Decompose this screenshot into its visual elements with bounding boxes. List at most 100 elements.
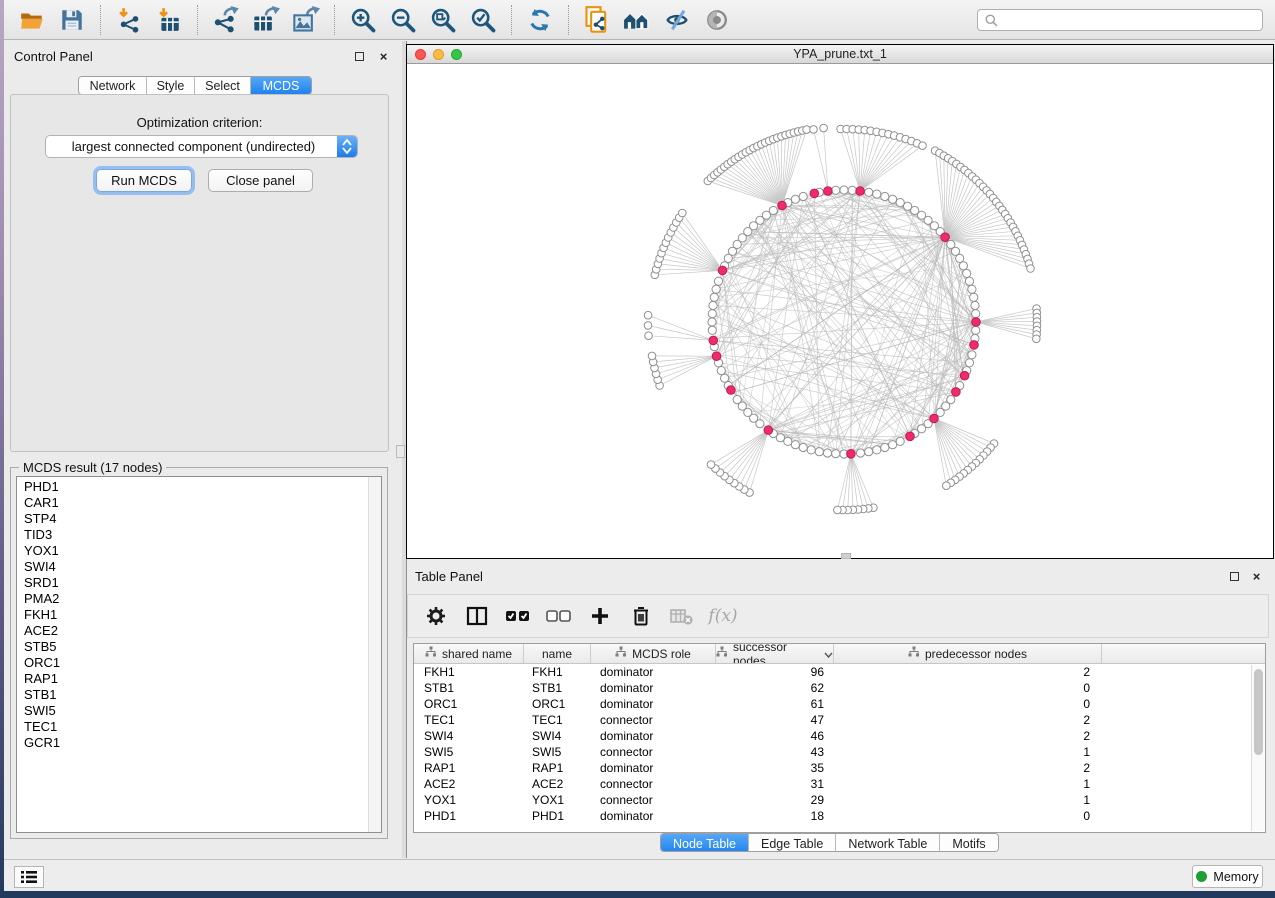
search-box[interactable] (977, 9, 1263, 31)
show-graphics-details-icon[interactable] (703, 6, 731, 34)
import-table-icon[interactable] (155, 6, 183, 34)
table-cell[interactable]: 18 (716, 808, 834, 824)
table-cell[interactable]: 2 (834, 712, 1102, 728)
new-network-from-selection-icon[interactable] (583, 6, 611, 34)
show-column-icon[interactable] (464, 603, 490, 629)
table-cell[interactable]: 2 (834, 664, 1102, 680)
table-cell[interactable]: dominator (591, 680, 716, 696)
tab-node-table[interactable]: Node Table (661, 834, 749, 852)
table-cell[interactable]: SWI4 (524, 728, 591, 744)
column-header-predecessor-nodes[interactable]: predecessor nodes (834, 644, 1102, 663)
table-cell[interactable]: 35 (716, 760, 834, 776)
close-panel-button[interactable]: Close panel (208, 169, 313, 192)
table-cell[interactable]: 1 (834, 792, 1102, 808)
mcds-list-scrollbar[interactable] (368, 477, 381, 832)
delete-column-icon[interactable] (628, 603, 654, 629)
column-header-MCDS-role[interactable]: MCDS role (591, 644, 716, 663)
table-cell[interactable]: 1 (834, 744, 1102, 760)
table-cell[interactable]: connector (591, 776, 716, 792)
table-cell[interactable]: TEC1 (414, 712, 524, 728)
select-all-columns-icon[interactable] (505, 603, 531, 629)
table-row[interactable]: ACE2ACE2connector311 (414, 776, 1265, 792)
table-cell[interactable]: PHD1 (414, 808, 524, 824)
task-history-icon[interactable] (14, 866, 44, 888)
import-network-icon[interactable] (115, 6, 143, 34)
column-header-shared-name[interactable]: shared name (414, 644, 524, 663)
tab-edge-table[interactable]: Edge Table (749, 834, 836, 852)
table-cell[interactable]: 46 (716, 728, 834, 744)
table-cell[interactable]: FKH1 (524, 664, 591, 680)
tab-network[interactable]: Network (79, 77, 147, 94)
table-cell[interactable]: RAP1 (524, 760, 591, 776)
table-cell[interactable]: FKH1 (414, 664, 524, 680)
mcds-result-item[interactable]: PMA2 (17, 591, 368, 607)
hide-graphics-details-icon[interactable] (663, 6, 691, 34)
table-cell[interactable]: ORC1 (524, 696, 591, 712)
table-cell[interactable]: dominator (591, 664, 716, 680)
table-cell[interactable]: STB1 (414, 680, 524, 696)
column-header-successor-nodes[interactable]: successor nodes (716, 644, 834, 663)
float-panel-icon[interactable] (353, 50, 366, 63)
table-cell[interactable]: 62 (716, 680, 834, 696)
zoom-selected-icon[interactable] (469, 6, 497, 34)
mcds-result-list[interactable]: PHD1CAR1STP4TID3YOX1SWI4SRD1PMA2FKH1ACE2… (16, 476, 382, 833)
network-window-titlebar[interactable]: YPA_prune.txt_1 (407, 45, 1273, 64)
mcds-result-item[interactable]: SRD1 (17, 575, 368, 591)
table-cell[interactable]: SWI5 (524, 744, 591, 760)
table-row[interactable]: PHD1PHD1dominator180 (414, 808, 1265, 824)
mcds-result-item[interactable]: YOX1 (17, 543, 368, 559)
mcds-result-item[interactable]: CAR1 (17, 495, 368, 511)
table-cell[interactable]: YOX1 (524, 792, 591, 808)
table-scrollbar[interactable] (1251, 665, 1265, 831)
table-cell[interactable]: 29 (716, 792, 834, 808)
horizontal-splitter-grip[interactable] (841, 553, 851, 559)
table-cell[interactable]: 0 (834, 696, 1102, 712)
table-settings-gear-icon[interactable] (423, 603, 449, 629)
export-image-icon[interactable] (292, 6, 320, 34)
deselect-all-columns-icon[interactable] (546, 603, 572, 629)
table-cell[interactable]: connector (591, 712, 716, 728)
tab-style[interactable]: Style (147, 77, 195, 94)
table-cell[interactable]: 2 (834, 728, 1102, 744)
table-cell[interactable]: 0 (834, 808, 1102, 824)
table-row[interactable]: STB1STB1dominator620 (414, 680, 1265, 696)
column-header-name[interactable]: name (524, 644, 591, 663)
zoom-fit-icon[interactable] (429, 6, 457, 34)
table-cell[interactable]: RAP1 (414, 760, 524, 776)
tab-mcds[interactable]: MCDS (251, 77, 311, 94)
table-scrollbar-thumb[interactable] (1254, 669, 1263, 755)
table-cell[interactable]: TEC1 (524, 712, 591, 728)
mcds-result-item[interactable]: SWI4 (17, 559, 368, 575)
mcds-result-item[interactable]: ACE2 (17, 623, 368, 639)
table-cell[interactable]: ORC1 (414, 696, 524, 712)
table-cell[interactable]: 47 (716, 712, 834, 728)
search-input[interactable] (999, 13, 1262, 27)
table-cell[interactable]: 31 (716, 776, 834, 792)
table-row[interactable]: ORC1ORC1dominator610 (414, 696, 1265, 712)
table-row[interactable]: RAP1RAP1dominator352 (414, 760, 1265, 776)
table-cell[interactable]: ACE2 (524, 776, 591, 792)
table-cell[interactable]: YOX1 (414, 792, 524, 808)
export-table-icon[interactable] (252, 6, 280, 34)
mcds-result-item[interactable]: STP4 (17, 511, 368, 527)
table-cell[interactable]: ACE2 (414, 776, 524, 792)
criterion-dropdown[interactable]: largest connected component (undirected) (45, 135, 358, 158)
table-cell[interactable]: STB1 (524, 680, 591, 696)
table-cell[interactable]: 0 (834, 680, 1102, 696)
table-cell[interactable]: 2 (834, 760, 1102, 776)
table-row[interactable]: FKH1FKH1dominator962 (414, 664, 1265, 680)
table-cell[interactable]: 61 (716, 696, 834, 712)
mcds-result-item[interactable]: STB1 (17, 687, 368, 703)
splitter-grip[interactable] (396, 445, 405, 458)
mcds-result-item[interactable]: GCR1 (17, 735, 368, 751)
export-network-icon[interactable] (212, 6, 240, 34)
table-cell[interactable]: dominator (591, 696, 716, 712)
table-cell[interactable]: dominator (591, 808, 716, 824)
table-row[interactable]: YOX1YOX1connector291 (414, 792, 1265, 808)
table-cell[interactable]: 1 (834, 776, 1102, 792)
close-table-panel-icon[interactable]: × (1250, 570, 1263, 583)
table-cell[interactable]: connector (591, 744, 716, 760)
refresh-icon[interactable] (526, 6, 554, 34)
tab-select[interactable]: Select (195, 77, 251, 94)
network-canvas[interactable] (407, 64, 1273, 558)
